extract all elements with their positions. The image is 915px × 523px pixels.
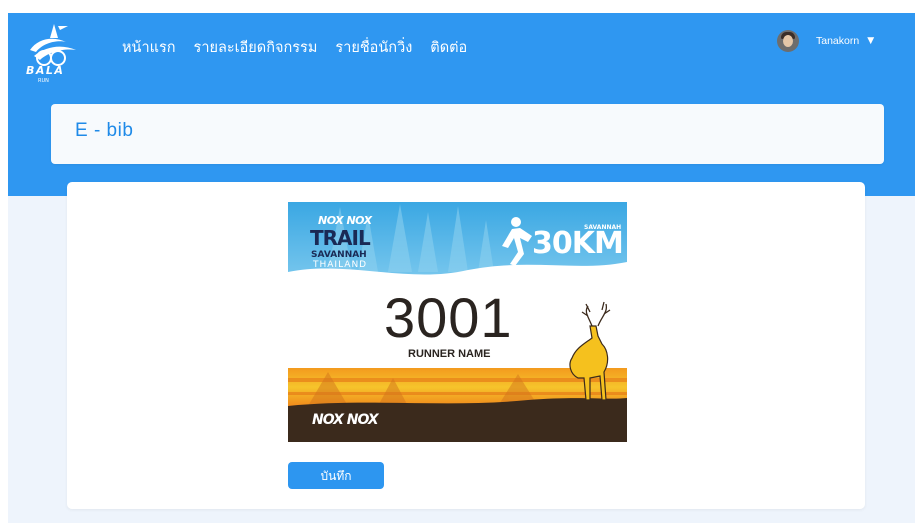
bib-number: 3001 <box>384 286 513 349</box>
main-nav: หน้าแรก รายละเอียดกิจกรรม รายชื่อนักวิ่ง… <box>122 36 485 59</box>
bib-event-line3: THAILAND <box>313 260 368 270</box>
bib-distance: 30KM <box>532 226 624 261</box>
page-title-card: E - bib <box>51 104 884 164</box>
page-title: E - bib <box>75 120 134 141</box>
page: BALA RUN หน้าแรก รายละเอียดกิจกรรม รายชื… <box>0 0 915 523</box>
logo-text: BALA <box>26 64 65 77</box>
logo-ship-icon <box>30 24 76 66</box>
user-name[interactable]: Tanakorn <box>816 35 859 47</box>
chevron-down-icon[interactable]: ▼ <box>867 36 874 46</box>
avatar[interactable] <box>777 30 799 52</box>
site-logo[interactable]: BALA RUN <box>24 20 84 90</box>
nav-item-runner-list[interactable]: รายชื่อนักวิ่ง <box>335 36 412 59</box>
nav-item-home[interactable]: หน้าแรก <box>122 36 176 59</box>
avatar-face <box>783 35 793 47</box>
bib-brand-bottom: NOX NOX <box>312 412 379 428</box>
save-button[interactable]: บันทึก <box>288 462 384 489</box>
bib-event-line1: TRAIL <box>310 226 371 250</box>
user-menu[interactable]: Tanakorn ▼ <box>777 30 874 52</box>
bib-event-line2: SAVANNAH <box>311 250 367 260</box>
nav-item-event-details[interactable]: รายละเอียดกิจกรรม <box>194 36 318 59</box>
nav-item-contact[interactable]: ติดต่อ <box>430 36 467 59</box>
logo-subtext: RUN <box>38 78 49 84</box>
e-bib-image: NOX NOX TRAIL SAVANNAH THAILAND SAVANNAH… <box>288 202 627 442</box>
bib-runner-name: RUNNER NAME <box>408 348 491 360</box>
